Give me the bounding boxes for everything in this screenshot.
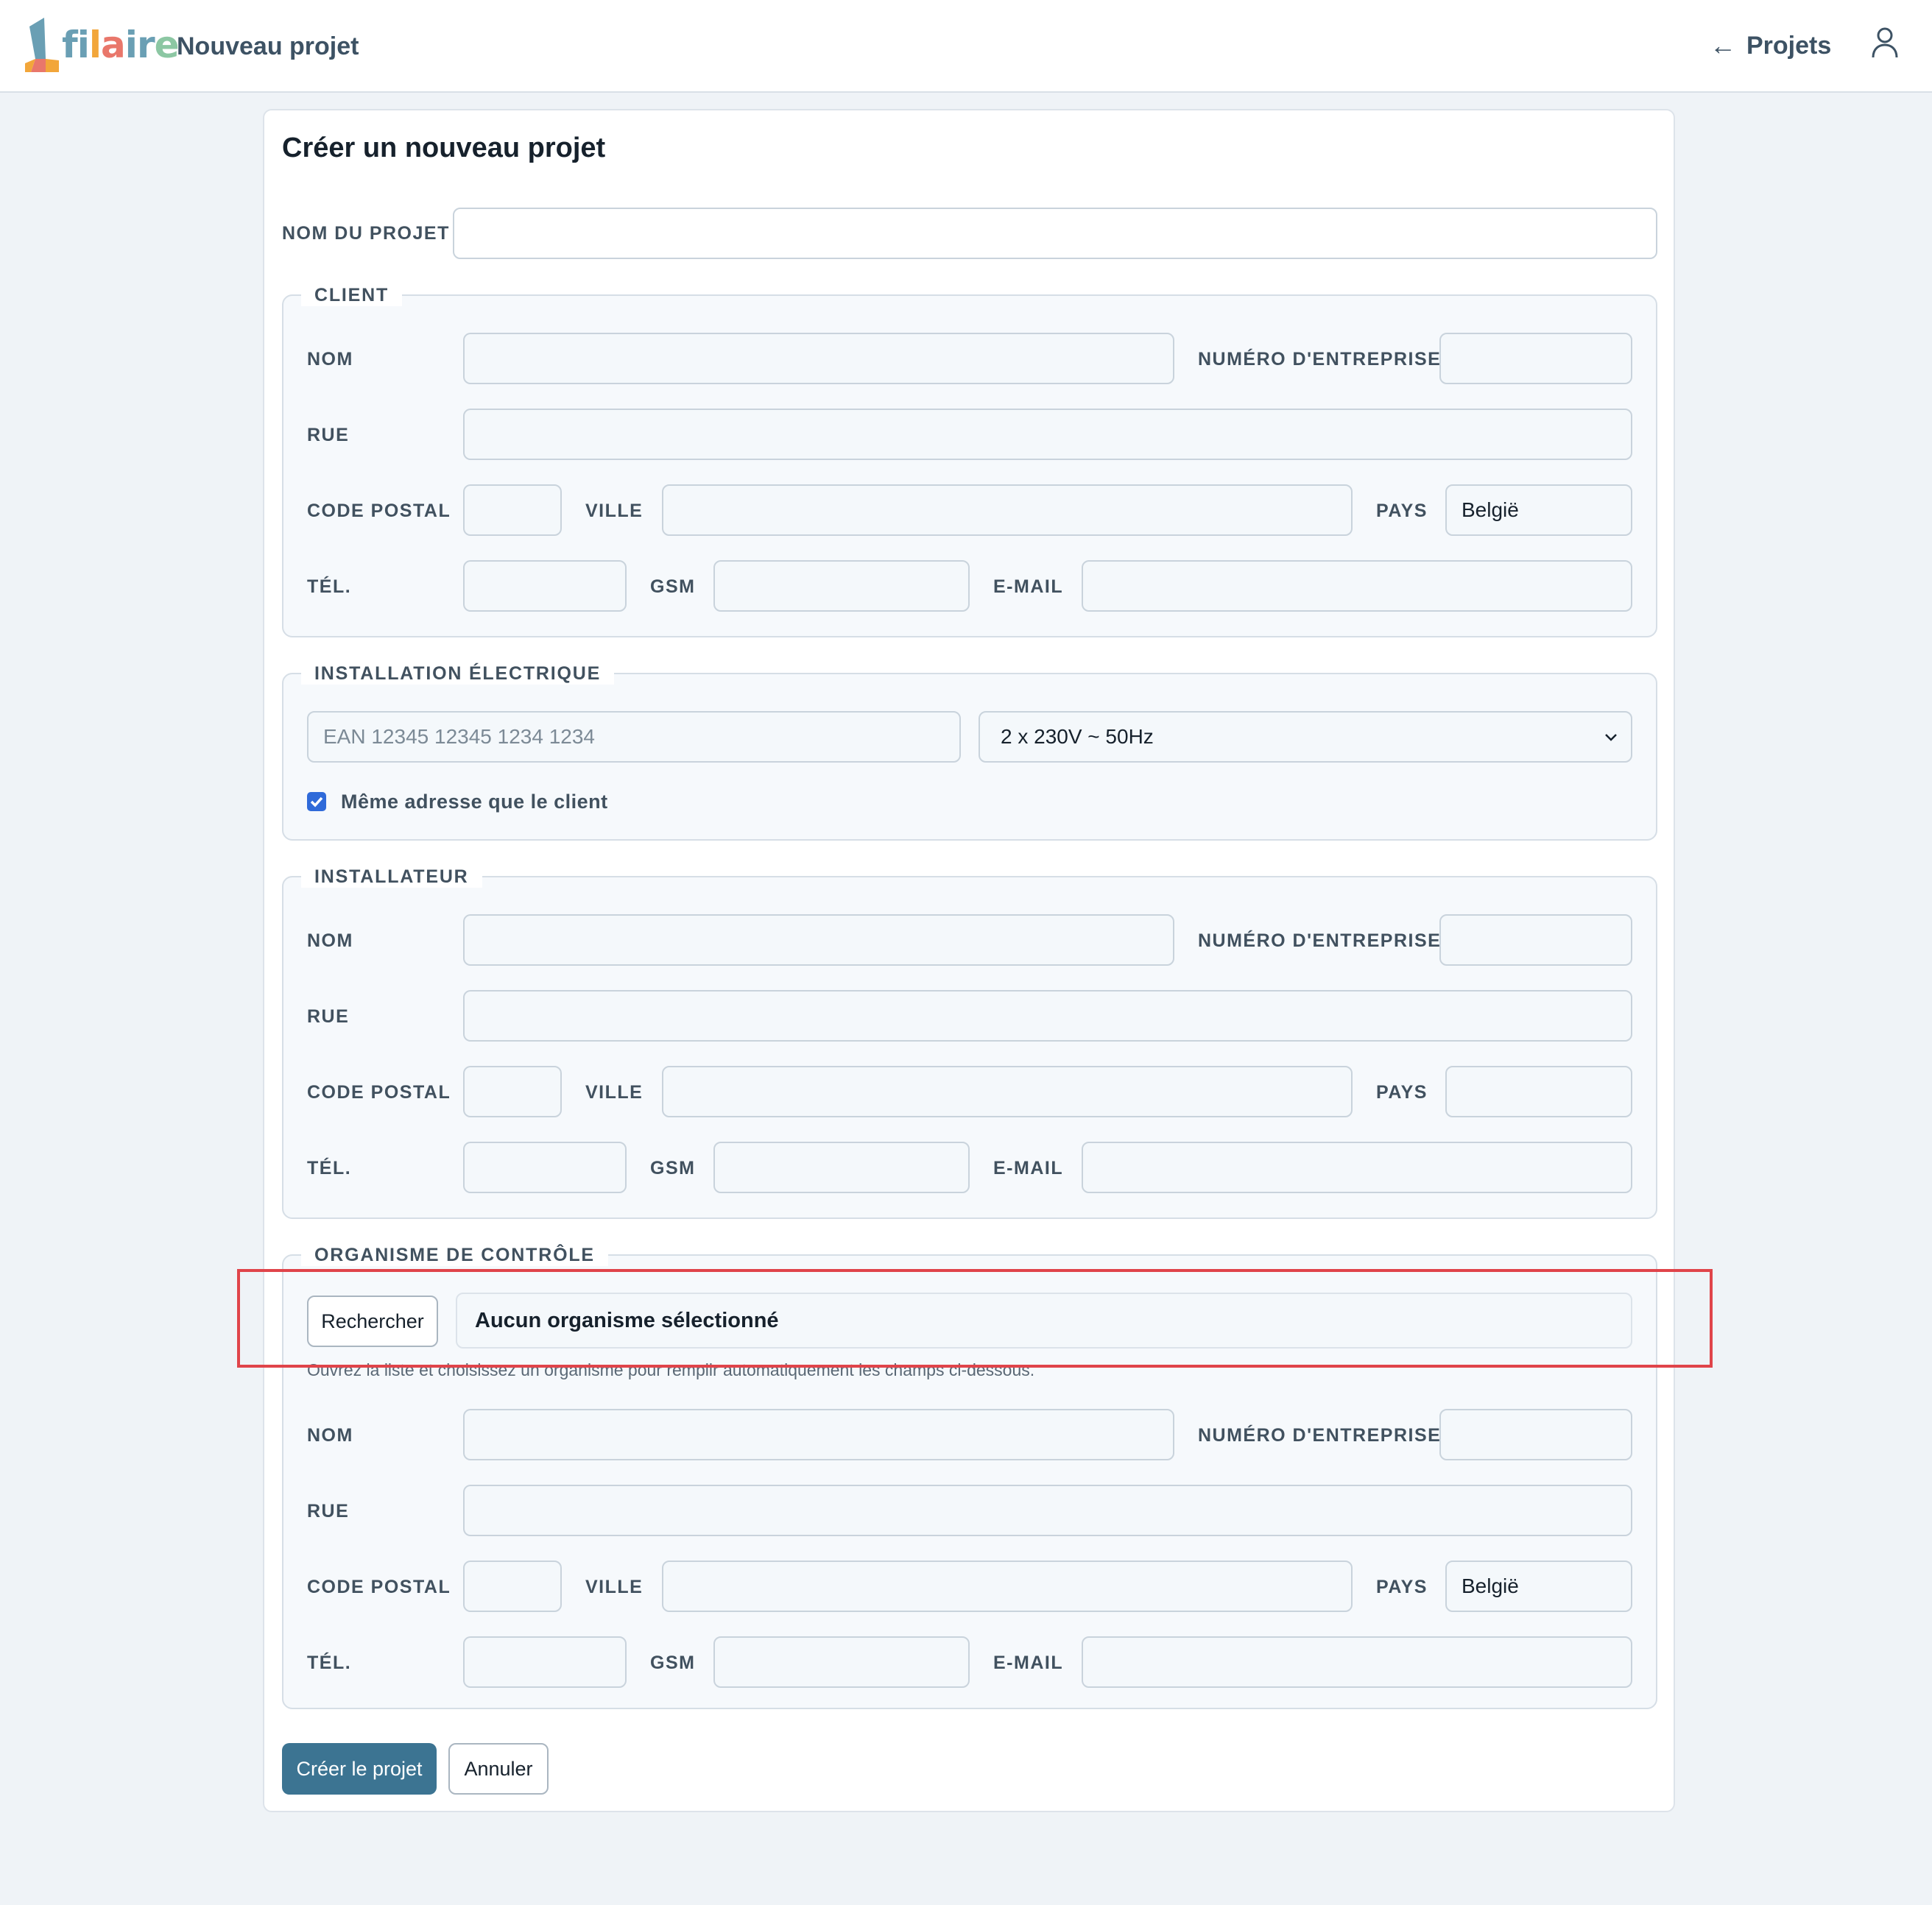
- client-email-label: E-MAIL: [993, 576, 1064, 597]
- control-city-input[interactable]: [662, 1561, 1353, 1612]
- ean-input[interactable]: [307, 711, 961, 763]
- same-address-checkbox[interactable]: [307, 792, 326, 811]
- client-street-input[interactable]: [463, 409, 1632, 460]
- filaire-logo[interactable]: filaire: [24, 16, 180, 75]
- logo-mark-icon: [25, 18, 59, 72]
- control-street-label: RUE: [307, 1501, 350, 1521]
- installer-company-number-label: NUMÉRO D'ENTREPRISE: [1198, 930, 1442, 951]
- installer-name-label: NOM: [307, 930, 353, 951]
- form-title: Créer un nouveau projet: [282, 132, 606, 163]
- control-name-label: NOM: [307, 1425, 353, 1446]
- installer-company-number-input[interactable]: [1439, 914, 1632, 966]
- installer-email-label: E-MAIL: [993, 1158, 1064, 1178]
- create-project-button[interactable]: Créer le projet: [282, 1743, 437, 1795]
- client-mobile-input[interactable]: [713, 560, 970, 612]
- control-phone-label: TÉL.: [307, 1653, 352, 1673]
- cancel-button[interactable]: Annuler: [448, 1743, 549, 1795]
- control-mobile-label: GSM: [650, 1653, 696, 1673]
- control-email-input[interactable]: [1082, 1636, 1632, 1688]
- logo-wordmark: filaire: [62, 24, 180, 66]
- control-postal-code-label: CODE POSTAL: [307, 1577, 451, 1597]
- back-to-projects-link[interactable]: ← Projets: [1710, 29, 1831, 62]
- client-mobile-label: GSM: [650, 576, 696, 597]
- client-name-label: NOM: [307, 349, 353, 370]
- control-company-number-label: NUMÉRO D'ENTREPRISE: [1198, 1425, 1442, 1446]
- client-postal-code-input[interactable]: [463, 484, 562, 536]
- project-name-label: NOM DU PROJET: [282, 223, 450, 244]
- client-city-label: VILLE: [585, 501, 644, 521]
- installer-street-label: RUE: [307, 1006, 350, 1027]
- client-postal-code-label: CODE POSTAL: [307, 501, 451, 521]
- installer-phone-label: TÉL.: [307, 1158, 352, 1178]
- client-company-number-label: NUMÉRO D'ENTREPRISE: [1198, 349, 1442, 370]
- installer-mobile-label: GSM: [650, 1158, 696, 1178]
- control-city-label: VILLE: [585, 1577, 644, 1597]
- client-company-number-input[interactable]: [1439, 333, 1632, 384]
- installer-mobile-input[interactable]: [713, 1142, 970, 1193]
- voltage-select[interactable]: 2 x 230V ~ 50Hz: [979, 711, 1632, 763]
- client-country-input[interactable]: [1445, 484, 1632, 536]
- control-body-hint: Ouvrez la liste et choisissez un organis…: [307, 1360, 1035, 1379]
- search-control-body-button[interactable]: Rechercher: [307, 1296, 438, 1347]
- chevron-down-icon: [1605, 734, 1617, 741]
- control-postal-code-input[interactable]: [463, 1561, 562, 1612]
- projects-link-label: Projets: [1746, 31, 1832, 60]
- installer-name-input[interactable]: [463, 914, 1174, 966]
- installer-street-input[interactable]: [463, 990, 1632, 1042]
- control-body-legend: ORGANISME DE CONTRÔLE: [301, 1244, 608, 1266]
- control-company-number-input[interactable]: [1439, 1409, 1632, 1460]
- top-bar: filaire Nouveau projet ← Projets: [0, 0, 1932, 93]
- client-legend: CLIENT: [301, 284, 403, 306]
- installer-postal-code-label: CODE POSTAL: [307, 1082, 451, 1103]
- installer-phone-input[interactable]: [463, 1142, 627, 1193]
- installer-country-input[interactable]: [1445, 1066, 1632, 1117]
- new-project-card: Créer un nouveau projet NOM DU PROJET CL…: [263, 109, 1675, 1812]
- page-title: Nouveau projet: [177, 32, 359, 60]
- control-country-label: PAYS: [1376, 1577, 1428, 1597]
- control-mobile-input[interactable]: [713, 1636, 970, 1688]
- control-name-input[interactable]: [463, 1409, 1174, 1460]
- installation-legend: INSTALLATION ÉLECTRIQUE: [301, 662, 615, 685]
- checkmark-icon: [310, 796, 323, 807]
- client-name-input[interactable]: [463, 333, 1174, 384]
- client-phone-input[interactable]: [463, 560, 627, 612]
- installer-postal-code-input[interactable]: [463, 1066, 562, 1117]
- same-address-label[interactable]: Même adresse que le client: [341, 791, 608, 813]
- installer-country-label: PAYS: [1376, 1082, 1428, 1103]
- installer-legend: INSTALLATEUR: [301, 866, 482, 888]
- voltage-select-value: 2 x 230V ~ 50Hz: [1001, 725, 1154, 748]
- control-email-label: E-MAIL: [993, 1653, 1064, 1673]
- project-name-input[interactable]: [453, 208, 1657, 259]
- control-country-input[interactable]: [1445, 1561, 1632, 1612]
- user-icon[interactable]: [1870, 26, 1900, 59]
- client-city-input[interactable]: [662, 484, 1353, 536]
- installer-city-label: VILLE: [585, 1082, 644, 1103]
- client-email-input[interactable]: [1082, 560, 1632, 612]
- client-country-label: PAYS: [1376, 501, 1428, 521]
- selected-control-body: Aucun organisme sélectionné: [456, 1293, 1632, 1349]
- client-phone-label: TÉL.: [307, 576, 352, 597]
- client-street-label: RUE: [307, 425, 350, 445]
- installer-email-input[interactable]: [1082, 1142, 1632, 1193]
- control-street-input[interactable]: [463, 1485, 1632, 1536]
- control-phone-input[interactable]: [463, 1636, 627, 1688]
- arrow-left-icon: ←: [1710, 30, 1736, 60]
- installer-city-input[interactable]: [662, 1066, 1353, 1117]
